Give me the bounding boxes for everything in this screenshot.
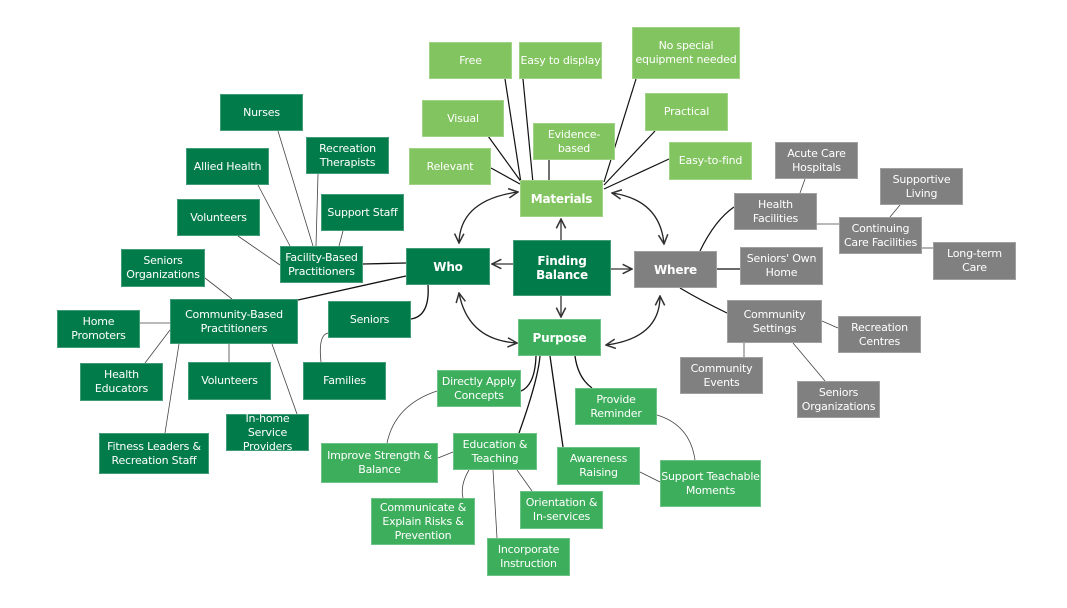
node-label: Community Events (690, 361, 753, 389)
node-in-home-service-providers[interactable]: In-home Service Providers (226, 411, 309, 453)
node-label: Supportive Living (892, 172, 951, 200)
node-label: Home Promoters (71, 315, 126, 342)
node-label: Seniors' Own Home (746, 252, 817, 279)
node-relevant[interactable]: Relevant (409, 148, 491, 185)
node-label: Continuing Care Facilities (843, 221, 918, 249)
node-seniors-organizations[interactable]: Seniors Organizations (121, 249, 205, 287)
node-label: Directly Apply Concepts (441, 374, 517, 402)
node-label: Free (459, 53, 482, 67)
node-long-term-care[interactable]: Long-term Care (933, 242, 1016, 280)
node-support-teachable-moments[interactable]: Support Teachable Moments (660, 460, 761, 507)
node-label: Provide Reminder (590, 392, 642, 420)
node-free[interactable]: Free (429, 42, 512, 79)
node-allied-health[interactable]: Allied Health (186, 148, 269, 185)
node-label: Practical (663, 105, 710, 118)
node-evidence-based[interactable]: Evidence-based (533, 123, 615, 160)
node-label: Orientation & In-services (525, 496, 598, 523)
node-directly-apply-concepts[interactable]: Directly Apply Concepts (437, 370, 521, 407)
node-label: In-home Service Providers (242, 411, 293, 453)
node-easy-to-find[interactable]: Easy-to-find (669, 142, 752, 180)
node-improve-strength-balance[interactable]: Improve Strength & Balance (321, 443, 438, 483)
node-communicate-explain-risks[interactable]: Communicate & Explain Risks & Prevention (371, 498, 475, 545)
node-purpose[interactable]: Purpose (518, 319, 601, 356)
node-acute-care-hospitals[interactable]: Acute Care Hospitals (775, 142, 858, 179)
node-community-settings[interactable]: Community Settings (727, 300, 822, 343)
node-label: Improve Strength & Balance (327, 449, 432, 476)
node-seniors[interactable]: Seniors (328, 301, 411, 338)
node-label: Who (433, 259, 463, 274)
node-who[interactable]: Who (406, 248, 490, 285)
node-nurses[interactable]: Nurses (220, 94, 303, 131)
arrow-purpose-where (606, 296, 660, 345)
node-label: Easy-to-find (678, 154, 743, 167)
node-label: Facility-Based Practitioners (285, 250, 358, 278)
node-label: Long-term Care (947, 247, 1002, 274)
node-support-staff[interactable]: Support Staff (321, 194, 404, 231)
node-label: Health Facilities (752, 197, 799, 225)
node-label: Communicate & Explain Risks & Prevention (379, 500, 467, 542)
node-seniors-own-home[interactable]: Seniors' Own Home (740, 247, 823, 285)
node-facility-based-practitioners[interactable]: Facility-Based Practitioners (280, 246, 363, 283)
node-community-based-practitioners[interactable]: Community-Based Practitioners (170, 299, 298, 344)
node-label: Easy to display (520, 53, 601, 67)
node-label: Allied Health (193, 159, 262, 173)
node-label: Families (323, 374, 366, 387)
node-label: Community-Based Practitioners (185, 307, 283, 335)
node-seniors-organizations-where[interactable]: Seniors Organizations (797, 381, 880, 418)
arrow-materials-where (612, 193, 664, 244)
node-incorporate-instruction[interactable]: Incorporate Instruction (487, 538, 570, 576)
node-families[interactable]: Families (303, 362, 386, 400)
node-label: Volunteers (190, 210, 247, 224)
node-label: No special equipment needed (635, 39, 737, 66)
node-orientation-in-services[interactable]: Orientation & In-services (520, 491, 603, 529)
node-easy-to-display[interactable]: Easy to display (519, 42, 602, 79)
node-finding-balance[interactable]: Finding Balance (513, 240, 611, 296)
node-materials[interactable]: Materials (520, 180, 603, 217)
node-label: Incorporate Instruction (497, 543, 560, 570)
node-label: Acute Care Hospitals (787, 146, 846, 174)
node-label: Health Educators (94, 368, 149, 395)
node-recreation-therapists[interactable]: Recreation Therapists (306, 137, 389, 174)
node-label: Nurses (243, 105, 280, 119)
node-label: Support Teachable Moments (661, 469, 760, 497)
node-where[interactable]: Where (634, 251, 717, 288)
node-label: Materials (530, 191, 593, 206)
arrow-who-purpose (459, 293, 517, 343)
node-continuing-care-facilities[interactable]: Continuing Care Facilities (839, 217, 922, 254)
node-label: Recreation Therapists (319, 141, 376, 169)
node-visual[interactable]: Visual (422, 100, 504, 137)
node-label: Awareness Raising (569, 452, 628, 479)
node-fitness-leaders[interactable]: Fitness Leaders & Recreation Staff (99, 433, 209, 474)
node-health-facilities[interactable]: Health Facilities (734, 193, 817, 230)
node-supportive-living[interactable]: Supportive Living (880, 168, 963, 205)
node-label: Fitness Leaders & Recreation Staff (107, 439, 201, 467)
node-label: Seniors Organizations (801, 385, 876, 413)
node-education-teaching[interactable]: Education & Teaching (453, 433, 537, 470)
node-label: Purpose (532, 330, 587, 345)
node-label: Education & Teaching (462, 437, 528, 465)
arrow-who-materials (459, 192, 518, 243)
node-home-promoters[interactable]: Home Promoters (57, 310, 140, 348)
node-label: Relevant (426, 159, 474, 173)
node-label: Finding Balance (536, 254, 588, 282)
node-practical[interactable]: Practical (645, 93, 728, 131)
node-no-special-equipment[interactable]: No special equipment needed (632, 27, 740, 79)
node-label: Where (654, 262, 697, 277)
node-label: Support Staff (327, 205, 398, 219)
node-label: Community Settings (743, 307, 806, 335)
node-label: Volunteers (201, 374, 258, 387)
concept-map: Finding Balance Materials Who Where Purp… (0, 0, 1067, 608)
node-label: Recreation Centres (851, 320, 908, 348)
node-label: Seniors (349, 312, 390, 326)
node-volunteers-community[interactable]: Volunteers (188, 362, 271, 400)
node-community-events[interactable]: Community Events (680, 357, 763, 394)
node-volunteers-facility[interactable]: Volunteers (177, 199, 260, 236)
node-awareness-raising[interactable]: Awareness Raising (557, 447, 640, 485)
node-provide-reminder[interactable]: Provide Reminder (575, 388, 657, 425)
node-health-educators[interactable]: Health Educators (80, 363, 163, 401)
node-label: Evidence-based (547, 127, 601, 155)
node-label: Visual (447, 111, 479, 125)
node-recreation-centres[interactable]: Recreation Centres (838, 316, 921, 353)
node-label: Seniors Organizations (126, 254, 200, 281)
